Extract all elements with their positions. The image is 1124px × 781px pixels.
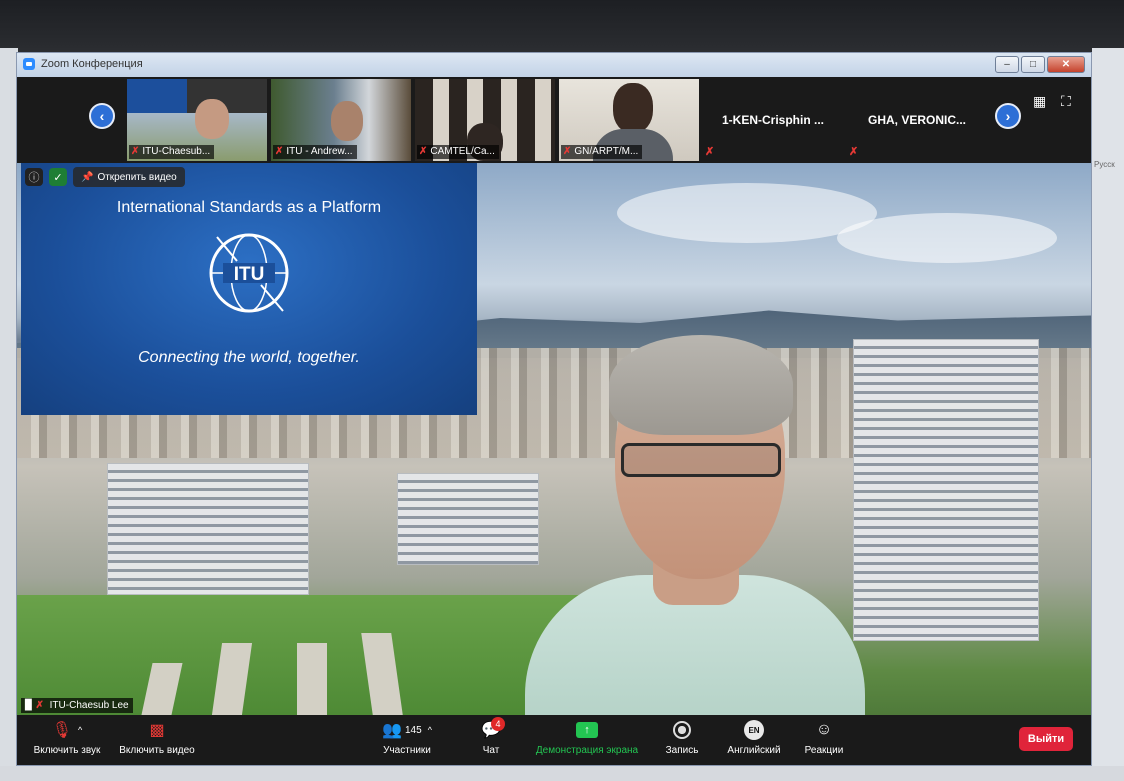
zoom-window: Zoom Конференция – □ ✕ ‹ ✗ ITU-Chaesub...… [16,52,1092,766]
participant-tile[interactable]: ✗ CAMTEL/Ca... [415,79,555,161]
mic-muted-icon: ✗ [563,146,572,157]
prev-page-button[interactable]: ‹ [89,103,115,129]
itu-tower-building [853,339,1039,641]
background-bottom [0,766,1124,781]
video-off-icon: ▩ [149,722,165,739]
mic-muted-icon: ✗ [849,146,859,158]
mic-muted-icon: ✗ [275,146,284,157]
reactions-button[interactable]: ☺ Реакции [797,719,851,756]
office-building [397,473,539,565]
gallery-view-icon[interactable]: ▦ [1033,93,1046,110]
unpin-video-button[interactable]: 📌 Открепить видео [73,167,185,187]
reactions-icon: ☺ [815,721,833,738]
monitor-bezel [0,0,1124,48]
share-screen-button[interactable]: ↑ Демонстрация экрана [529,719,645,756]
minimize-button[interactable]: – [995,56,1019,73]
participant-name-label: ✗ GN/ARPT/M... [561,145,643,159]
background-window-right: Русск [1092,48,1124,781]
record-icon [657,719,707,741]
shared-slide: International Standards as a Platform IT… [21,163,477,415]
next-page-button[interactable]: › [995,103,1021,129]
participant-strip: ‹ ✗ ITU-Chaesub... ✗ ITU - Andrew... ✗ CAMT… [17,77,1091,163]
mic-muted-icon: ✗ [705,146,715,158]
itu-logo-icon: ITU [209,233,289,313]
close-button[interactable]: ✕ [1047,56,1085,73]
record-button[interactable]: Запись [657,719,707,756]
video-top-controls: ⓘ ✓ 📌 Открепить видео [25,167,185,187]
slide-tagline: Connecting the world, together. [138,349,360,366]
participant-tile[interactable]: ✗ GN/ARPT/M... [559,79,699,161]
share-screen-icon: ↑ [529,719,645,741]
participant-tile[interactable]: ✗ ITU-Chaesub... [127,79,267,161]
window-title: Zoom Конференция [41,58,143,70]
participants-count: 145 [405,724,422,736]
signal-icon: ▉ [25,700,33,711]
speaker-person [525,335,865,715]
title-bar[interactable]: Zoom Конференция – □ ✕ [17,53,1091,77]
participant-name-label: ✗ ITU - Andrew... [273,145,357,159]
participant-face [331,101,363,141]
pin-icon: 📌 [81,171,94,183]
window-controls: – □ ✕ [995,56,1085,73]
zoom-app-icon [23,58,35,70]
shared-slide-thumbnail [127,79,187,113]
participant-name-label: ✗ ITU-Chaesub... [129,145,215,159]
meeting-toolbar: 🎙 ^ Включить звук ▩ Включить видео 👥 145 ^ … [17,715,1091,765]
garden-path [297,643,327,715]
cloud-shape [837,213,1057,263]
unpin-video-label: Открепить видео [97,171,177,183]
security-shield-icon[interactable]: ✓ [49,168,67,186]
participant-name-label: ✗ CAMTEL/Ca... [417,145,499,159]
participant-name: 1-KEN-Crisphin ... [721,113,824,127]
start-video-button[interactable]: ▩ Включить видео [113,719,201,756]
participant-tile[interactable]: ✗ ITU - Andrew... [271,79,411,161]
mic-muted-icon: ✗ [35,700,44,711]
participant-name: GHA, VERONIC... [867,113,966,127]
participant-face [195,99,229,139]
participants-button[interactable]: 👥 145 ^ Участники [367,719,447,756]
mic-muted-icon: ✗ [131,146,140,157]
participant-name-tile[interactable]: 1-KEN-Crisphin ... ✗ [703,79,843,161]
participant-face [613,83,653,133]
chat-icon: 💬 4 [473,717,509,741]
speaker-hair [609,335,793,435]
participants-icon: 👥 145 ^ [382,722,432,739]
leave-button[interactable]: Выйти [1019,727,1073,751]
background-language-text: Русск [1094,160,1115,169]
slide-title: International Standards as a Platform [116,199,382,216]
mic-muted-icon: 🎙 ^ [51,722,83,739]
speaker-name-label: ▉ ✗ ITU-Chaesub Lee [21,698,133,713]
maximize-button[interactable]: □ [1021,56,1045,73]
interpretation-button[interactable]: EN Английский [719,719,789,756]
logo-text: ITU [234,264,265,285]
mic-muted-icon: ✗ [419,146,428,157]
speaker-glasses [621,443,781,477]
active-speaker-video[interactable]: International Standards as a Platform IT… [17,163,1091,715]
chat-unread-badge: 4 [491,717,505,731]
language-icon: EN [719,719,789,741]
info-icon[interactable]: ⓘ [25,168,43,186]
participant-name-tile[interactable]: GHA, VERONIC... ✗ [847,79,987,161]
office-building [107,463,309,595]
fullscreen-icon[interactable]: ⛶ [1061,93,1071,110]
unmute-button[interactable]: 🎙 ^ Включить звук [27,719,107,756]
chat-button[interactable]: 💬 4 Чат [473,717,509,756]
